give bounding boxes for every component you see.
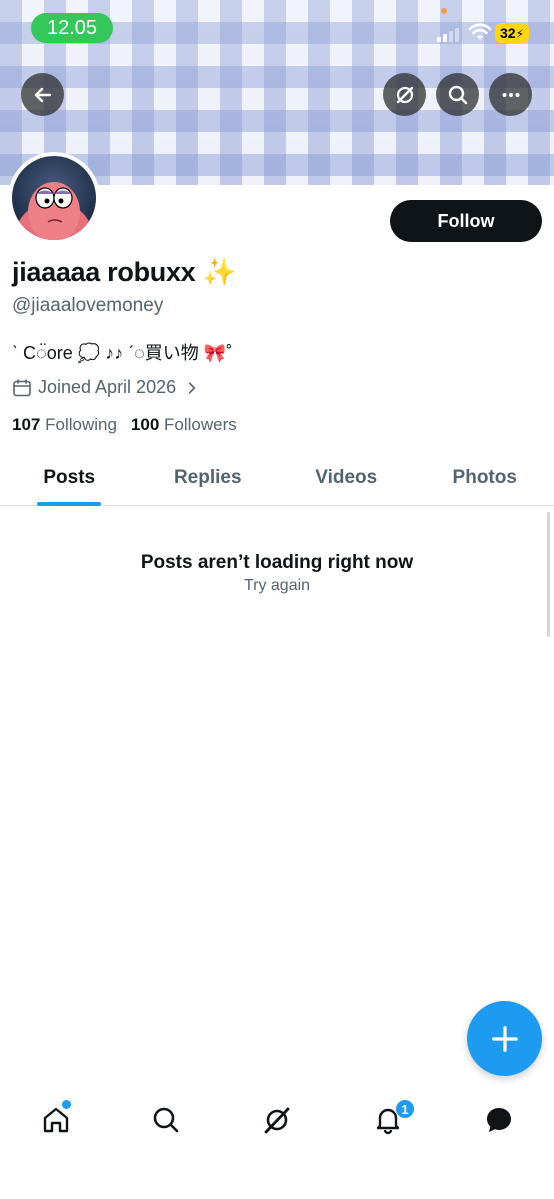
try-again-link[interactable]: Try again [0, 577, 554, 595]
follow-button[interactable]: Follow [390, 200, 542, 242]
nav-messages[interactable] [481, 1102, 517, 1138]
more-icon [502, 92, 519, 97]
battery-indicator: 32⚡ [495, 23, 529, 43]
calendar-icon [13, 378, 31, 396]
joined-date[interactable]: Joined April 2026 [12, 377, 200, 398]
status-time: 12.05 [31, 13, 113, 43]
scrollbar[interactable] [547, 512, 550, 637]
arrow-left-icon [34, 87, 51, 102]
back-button[interactable] [21, 73, 64, 116]
nav-grok[interactable] [259, 1102, 295, 1138]
following-count: 107 [12, 415, 41, 434]
following-label: Following [45, 415, 117, 434]
home-new-indicator [62, 1100, 71, 1109]
more-button[interactable] [489, 73, 532, 116]
follow-stats: 107 Following 100 Followers [12, 415, 237, 435]
search-button[interactable] [436, 73, 479, 116]
grok-icon [396, 86, 413, 103]
bottom-navigation [0, 1088, 554, 1152]
privacy-indicator [441, 8, 447, 14]
compose-button[interactable] [467, 1001, 542, 1076]
joined-label: Joined April 2026 [38, 377, 177, 397]
profile-tabs: Posts Replies Videos Photos [0, 450, 554, 506]
followers-label: Followers [164, 415, 237, 434]
tab-videos[interactable]: Videos [277, 450, 416, 505]
tab-photos[interactable]: Photos [416, 450, 554, 505]
profile-bio: ˋ C◌̈ore 💭 ♪♪ ˊ◌買い物 🎀˚ [12, 343, 233, 363]
chevron-right-icon [188, 381, 196, 394]
chat-icon [487, 1108, 511, 1132]
wifi-icon [468, 22, 492, 42]
search-icon [153, 1107, 179, 1133]
tab-posts[interactable]: Posts [0, 450, 139, 505]
tab-replies[interactable]: Replies [139, 450, 278, 505]
home-icon [43, 1107, 69, 1133]
followers-link[interactable]: 100 Followers [131, 415, 237, 435]
plus-icon [491, 1025, 518, 1052]
avatar-image [12, 156, 96, 240]
grok-button[interactable] [383, 73, 426, 116]
nav-search[interactable] [148, 1102, 184, 1138]
search-icon [448, 85, 467, 104]
display-name: jiaaaaa robuxx ✨ [12, 257, 236, 287]
empty-state-title: Posts aren’t loading right now [140, 552, 414, 573]
username-handle: @jiaaalovemoney [12, 295, 164, 316]
avatar[interactable] [8, 152, 100, 244]
following-link[interactable]: 107 Following [12, 415, 117, 435]
battery-level: 32 [499, 25, 516, 41]
followers-count: 100 [130, 415, 160, 434]
notification-count-badge: 1 [395, 1099, 415, 1119]
grok-icon [264, 1107, 290, 1134]
signal-icon [437, 26, 459, 42]
